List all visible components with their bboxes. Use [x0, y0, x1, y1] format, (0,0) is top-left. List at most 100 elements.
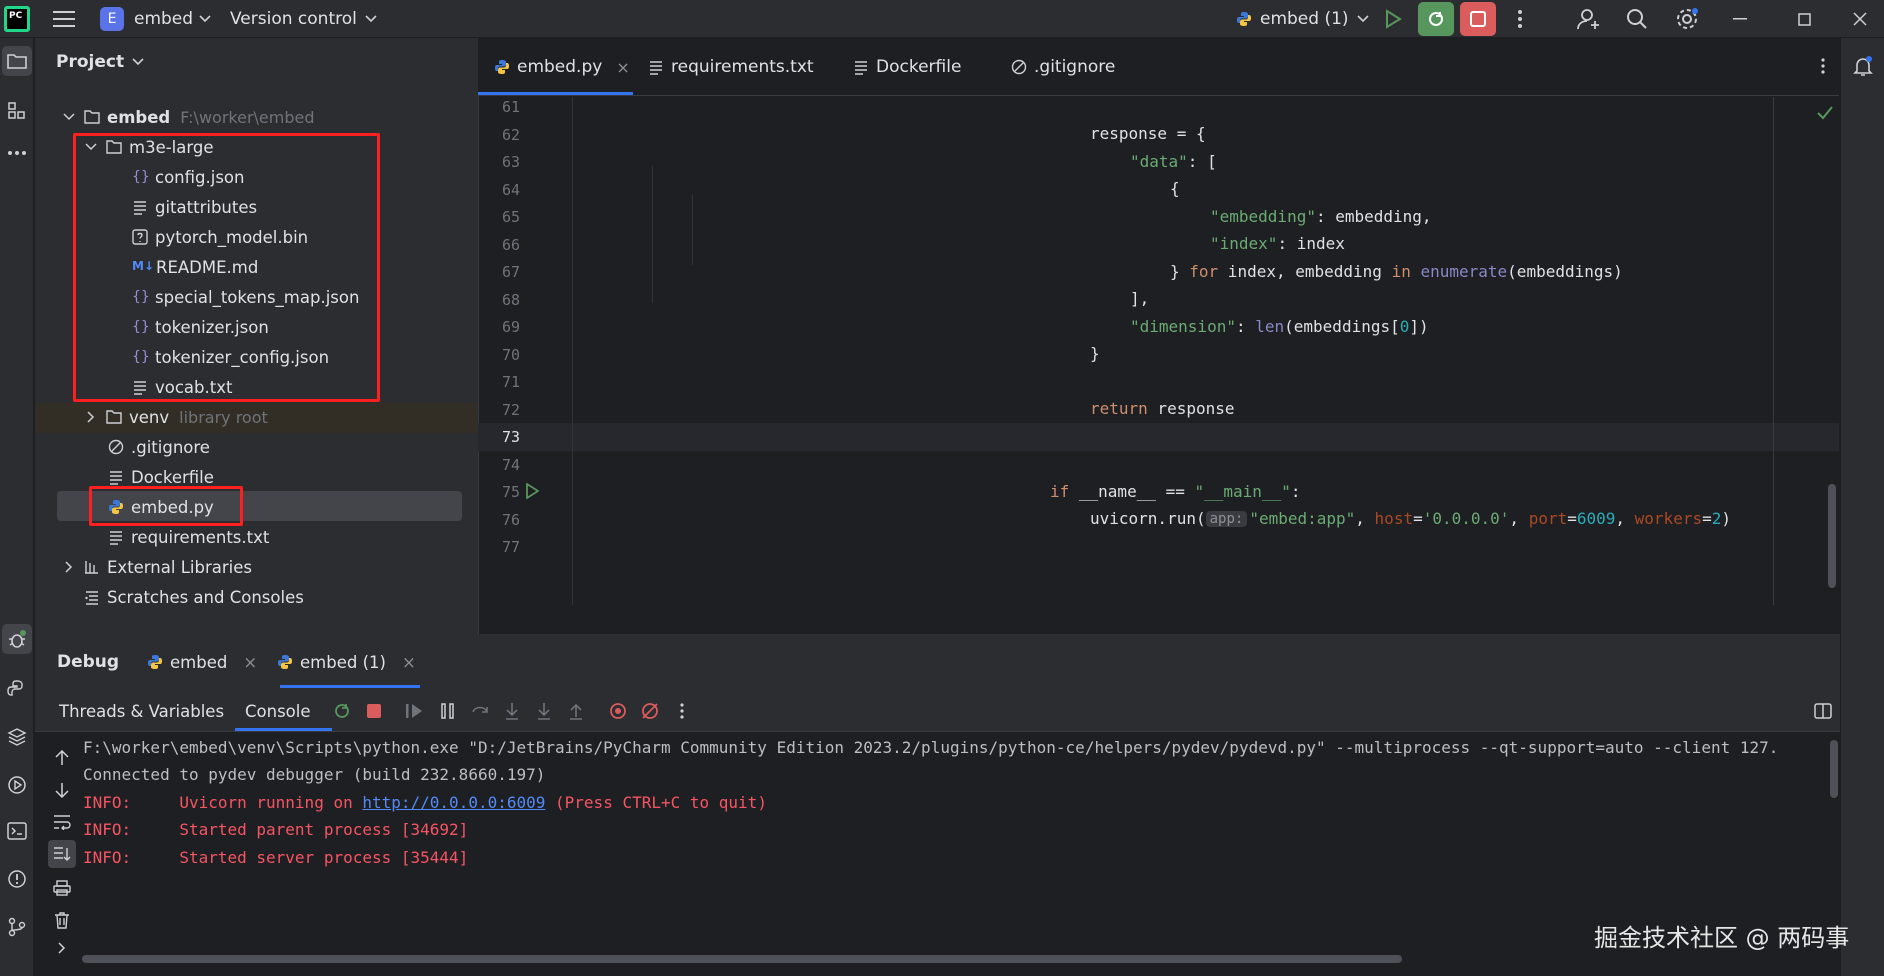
- folder-icon: [84, 110, 100, 124]
- settings-gear-icon[interactable]: [1674, 6, 1700, 32]
- soft-wrap-icon[interactable]: [50, 810, 74, 834]
- rerun-debug-icon[interactable]: [1418, 2, 1454, 36]
- python-icon: [1236, 11, 1252, 27]
- view-breakpoints-icon[interactable]: [607, 700, 629, 722]
- tree-file-requirements-txt[interactable]: requirements.txt: [108, 522, 269, 552]
- step-into-my-code-icon[interactable]: [533, 700, 555, 722]
- structure-icon[interactable]: [2, 96, 32, 126]
- tab-console[interactable]: Console: [245, 690, 311, 732]
- code-line-72[interactable]: return response: [478, 395, 1839, 423]
- run-config-selector[interactable]: embed (1): [1236, 0, 1369, 38]
- chevron-right-icon: [87, 411, 95, 423]
- code-line-76[interactable]: uvicorn.run(app: "embed:app", host = '0.0.0…: [478, 505, 1839, 533]
- console-output-line: Connected to pydev debugger (build 232.8…: [83, 764, 546, 784]
- stop-icon[interactable]: [1460, 2, 1496, 36]
- code-line-63[interactable]: "data": [: [478, 148, 1839, 176]
- scroll-to-end-icon[interactable]: [48, 840, 76, 868]
- layers-icon[interactable]: [2, 722, 32, 752]
- mute-breakpoints-icon[interactable]: [639, 700, 661, 722]
- code-line-75[interactable]: if __name__ == "__main__":: [478, 478, 1839, 506]
- tab-threads-variables[interactable]: Threads & Variables: [59, 690, 224, 732]
- pause-icon[interactable]: [437, 700, 459, 722]
- code-line-64[interactable]: {: [478, 175, 1839, 203]
- minimize-icon[interactable]: [1728, 7, 1752, 31]
- tab-dockerfile[interactable]: Dockerfile: [853, 38, 961, 96]
- scratches-icon: [85, 591, 98, 605]
- more-tools-icon[interactable]: [2, 138, 32, 168]
- code-line-67[interactable]: } for index, embedding in enumerate (embe…: [478, 258, 1839, 286]
- rerun-icon[interactable]: [331, 700, 353, 722]
- active-console-indicator: [235, 728, 332, 731]
- add-user-icon[interactable]: [1576, 6, 1602, 32]
- console-output-line: F:\worker\embed\venv\Scripts\python.exe …: [83, 737, 1779, 757]
- stop-icon[interactable]: [363, 700, 385, 722]
- code-line-70[interactable]: }: [478, 340, 1839, 368]
- tab-options-icon[interactable]: [1813, 56, 1833, 76]
- arrow-up-icon[interactable]: [50, 746, 74, 770]
- tree-external-libraries[interactable]: External Libraries: [62, 552, 252, 582]
- session-close-icon[interactable]: ×: [402, 653, 416, 672]
- console-horizontal-scrollbar[interactable]: [82, 955, 1402, 963]
- step-into-icon[interactable]: [501, 700, 523, 722]
- text-file-icon: [855, 61, 867, 75]
- code-line-68[interactable]: ],: [478, 285, 1839, 313]
- debug-bug-icon[interactable]: [2, 624, 32, 654]
- tab-close-icon[interactable]: ×: [616, 58, 629, 77]
- code-line-65[interactable]: "embedding": embedding,: [478, 203, 1839, 231]
- tab-requirements-txt[interactable]: requirements.txt: [648, 38, 814, 96]
- project-panel-title[interactable]: Project: [56, 52, 144, 72]
- console-output-line: INFO: Uvicorn running on http://0.0.0.0:…: [83, 792, 767, 812]
- notifications-bell-icon[interactable]: [1849, 52, 1877, 80]
- version-control-menu[interactable]: Version control: [230, 0, 377, 38]
- print-icon[interactable]: [50, 876, 74, 900]
- resume-icon[interactable]: [403, 700, 425, 722]
- tree-folder-venv[interactable]: venv library root: [84, 402, 268, 432]
- code-line-62[interactable]: response = {: [478, 120, 1839, 148]
- chevron-right-icon: [65, 561, 73, 573]
- project-switcher[interactable]: E embed: [100, 0, 211, 38]
- line-number: 77: [501, 538, 520, 556]
- problems-icon[interactable]: [2, 864, 32, 894]
- tree-scratches-consoles[interactable]: Scratches and Consoles: [84, 582, 304, 612]
- debug-session-tab-embed[interactable]: embed ×: [147, 634, 257, 690]
- layout-settings-icon[interactable]: [1812, 700, 1834, 722]
- debug-session-tab-embed-1[interactable]: embed (1) ×: [277, 634, 416, 690]
- project-tool-folder-icon[interactable]: [2, 46, 32, 76]
- step-out-icon[interactable]: [565, 700, 587, 722]
- arrow-down-icon[interactable]: [50, 778, 74, 802]
- trash-clear-icon[interactable]: [50, 908, 74, 932]
- console-vertical-scrollbar[interactable]: [1830, 740, 1838, 798]
- search-icon[interactable]: [1624, 6, 1650, 32]
- code-line-69[interactable]: "dimension": len (embeddings[0]): [478, 313, 1839, 341]
- close-window-icon[interactable]: [1848, 7, 1872, 31]
- more-options-icon[interactable]: [671, 700, 693, 722]
- project-name: embed: [134, 9, 194, 29]
- session-close-icon[interactable]: ×: [243, 653, 257, 672]
- active-session-indicator: [280, 685, 420, 688]
- python-console-icon[interactable]: [2, 674, 32, 704]
- tree-root-embed[interactable]: embed F:\worker\embed: [62, 102, 315, 132]
- chevron-right-icon[interactable]: [50, 936, 74, 960]
- console-url-link[interactable]: http://0.0.0.0:6009: [362, 793, 545, 812]
- code-line-66[interactable]: "index": index: [478, 230, 1839, 258]
- git-branch-icon[interactable]: [2, 912, 32, 942]
- tab-embed-py[interactable]: embed.py ×: [494, 38, 630, 96]
- text-file-icon: [650, 61, 662, 75]
- ignore-icon: [108, 439, 124, 455]
- main-menu-icon[interactable]: [52, 7, 76, 31]
- terminal-icon[interactable]: [2, 816, 32, 846]
- debug-header: Debug embed × embed (1) ×: [35, 634, 1840, 690]
- services-run-icon[interactable]: [2, 770, 32, 800]
- maximize-icon[interactable]: [1792, 7, 1816, 31]
- more-actions-icon[interactable]: [1508, 7, 1532, 31]
- title-bar: PC E embed Version control embed (1): [0, 0, 1884, 38]
- run-icon[interactable]: [1380, 6, 1406, 32]
- tab-gitignore[interactable]: .gitignore: [1011, 38, 1115, 96]
- active-tab-indicator: [478, 92, 633, 95]
- left-tool-stripe: [0, 38, 34, 976]
- text-file-icon: [110, 471, 122, 485]
- tree-file-gitignore[interactable]: .gitignore: [108, 432, 210, 462]
- step-over-icon[interactable]: [469, 700, 491, 722]
- chevron-down-icon: [63, 113, 75, 121]
- library-icon: [85, 561, 98, 574]
